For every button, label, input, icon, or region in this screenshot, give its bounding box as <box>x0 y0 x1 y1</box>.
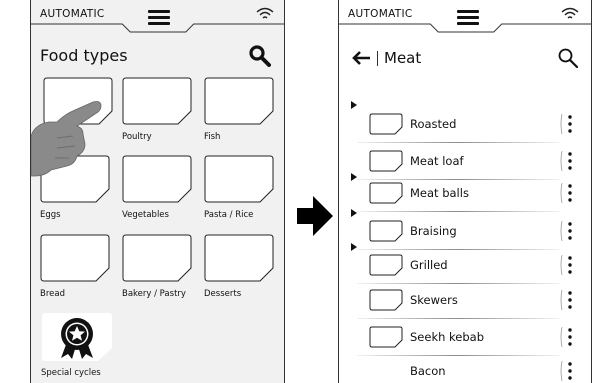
food-tile-vegetables[interactable]: Vegetables <box>122 155 192 220</box>
hamburger-menu-icon[interactable] <box>148 10 170 26</box>
food-tile-label: Pasta / Rice <box>204 210 254 220</box>
meat-list-screen: AUTOMATIC Meat Roasted Meat loaf Meat ba… <box>338 0 592 383</box>
food-types-screen: AUTOMATIC Food types Poultry Fish Eggs V… <box>30 0 285 383</box>
hamburger-menu-icon[interactable] <box>457 10 479 26</box>
list-item[interactable]: Seekh kebab <box>349 322 583 356</box>
food-item-icon <box>369 326 403 348</box>
food-tile-label: Fish <box>204 132 221 142</box>
list-item[interactable]: Meat loaf <box>349 146 583 180</box>
more-vertical-icon[interactable] <box>559 112 579 136</box>
more-vertical-icon[interactable] <box>559 253 579 277</box>
more-vertical-icon[interactable] <box>559 181 579 205</box>
food-tile-frame <box>122 155 192 203</box>
list-item[interactable]: Meat balls <box>349 178 583 212</box>
more-vertical-icon[interactable] <box>559 288 579 312</box>
more-vertical-icon[interactable] <box>559 359 579 383</box>
food-tile-label: Poultry <box>122 132 152 142</box>
list-item-label: Braising <box>410 224 457 238</box>
list-item[interactable]: Grilled <box>349 250 583 284</box>
food-tile-label: Bread <box>40 289 65 299</box>
food-tile-frame <box>40 234 110 282</box>
title-separator <box>377 51 378 66</box>
list-item-label: Seekh kebab <box>410 330 485 344</box>
food-item-icon <box>369 150 403 172</box>
special-cycles-label: Special cycles <box>41 368 101 378</box>
search-icon[interactable] <box>557 47 579 69</box>
expand-arrow-icon[interactable] <box>351 101 357 109</box>
list-item-label: Skewers <box>410 293 458 307</box>
search-icon[interactable] <box>248 44 272 68</box>
tapping-hand-icon <box>31 101 102 177</box>
list-item-label: Meat balls <box>410 186 469 200</box>
back-arrow-icon[interactable] <box>352 50 372 66</box>
food-tile-frame <box>204 155 274 203</box>
page-title: Meat <box>384 49 422 67</box>
more-vertical-icon[interactable] <box>559 219 579 243</box>
special-cycles-tile[interactable]: Special cycles <box>41 312 113 378</box>
list-item-label: Bacon <box>410 364 446 378</box>
list-item-label: Roasted <box>410 117 457 131</box>
food-tile-bread[interactable]: Bread <box>40 234 110 299</box>
mode-label: AUTOMATIC <box>40 8 105 20</box>
food-tile-label: Eggs <box>40 210 61 220</box>
food-tile-label: Bakery / Pastry <box>122 289 186 299</box>
list-item[interactable]: Bacon <box>349 356 583 383</box>
page-title: Food types <box>40 46 128 65</box>
list-item[interactable]: Braising <box>349 216 583 250</box>
food-tile-poultry[interactable]: Poultry <box>122 77 192 142</box>
food-item-icon <box>369 182 403 204</box>
food-item-icon <box>369 289 403 311</box>
list-item[interactable]: Skewers <box>349 285 583 319</box>
list-item[interactable]: Roasted <box>349 109 583 143</box>
mode-label: AUTOMATIC <box>348 8 413 20</box>
food-tile-desserts[interactable]: Desserts <box>204 234 274 299</box>
food-tile-fish[interactable]: Fish <box>204 77 274 142</box>
wifi-icon <box>256 7 274 19</box>
food-item-icon <box>369 220 403 242</box>
food-tile-pasta-rice[interactable]: Pasta / Rice <box>204 155 274 220</box>
row-divider <box>357 318 559 319</box>
list-item-label: Grilled <box>410 258 448 272</box>
more-vertical-icon[interactable] <box>559 149 579 173</box>
food-tile-frame <box>122 77 192 125</box>
more-vertical-icon[interactable] <box>559 325 579 349</box>
award-medal-icon <box>42 313 112 361</box>
food-tile-label: Desserts <box>204 289 242 299</box>
list-item-label: Meat loaf <box>410 154 464 168</box>
right-arrow-icon <box>297 196 333 236</box>
food-tile-frame <box>204 77 274 125</box>
food-item-icon <box>369 113 403 135</box>
row-divider <box>357 283 559 284</box>
row-divider <box>357 211 559 212</box>
row-divider <box>357 142 559 143</box>
food-tile-bakery-pastry[interactable]: Bakery / Pastry <box>122 234 192 299</box>
wifi-icon <box>561 7 579 19</box>
food-item-icon <box>369 254 403 276</box>
food-tile-frame <box>122 234 192 282</box>
food-tile-label: Vegetables <box>122 210 169 220</box>
food-tile-frame <box>204 234 274 282</box>
